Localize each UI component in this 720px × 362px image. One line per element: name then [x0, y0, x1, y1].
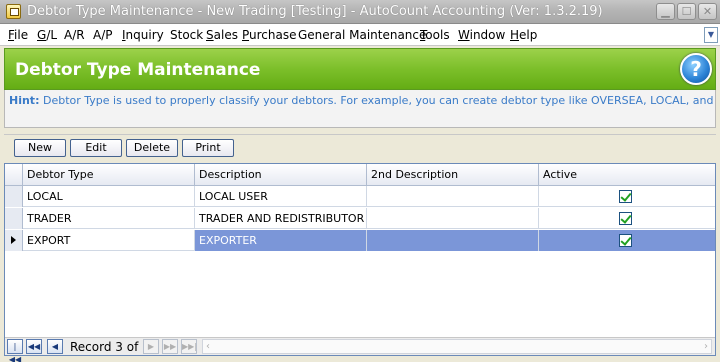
- first-record-button[interactable]: |◀◀: [7, 339, 23, 362]
- cell-2nd-description[interactable]: [367, 208, 539, 229]
- cell-description[interactable]: EXPORTER: [195, 230, 367, 251]
- prev-page-button[interactable]: ◀◀: [26, 339, 42, 354]
- window-title: Debtor Type Maintenance - New Trading [T…: [27, 4, 603, 19]
- prev-record-icon: ◀: [51, 342, 59, 351]
- grid-header: Debtor Type Description 2nd Description …: [5, 164, 715, 186]
- column-header-description[interactable]: Description: [195, 164, 367, 186]
- menu-ap[interactable]: A/P: [93, 28, 113, 42]
- menu-general-maintenance[interactable]: General Maintenance: [298, 28, 426, 42]
- table-row[interactable]: TRADER TRADER AND REDISTRIBUTOR: [5, 208, 715, 229]
- menu-bar: File G/L A/R A/P Inquiry Stock Sales Pur…: [0, 24, 720, 46]
- horizontal-scrollbar[interactable]: ‹ ›: [202, 339, 712, 354]
- prev-page-icon: ◀◀: [27, 342, 41, 351]
- edit-button[interactable]: Edit: [70, 139, 122, 157]
- active-checkbox[interactable]: [619, 190, 632, 203]
- hint-panel: Hint: Debtor Type is used to properly cl…: [4, 90, 716, 128]
- last-record-icon: ▶▶|: [182, 342, 197, 351]
- cell-debtor-type[interactable]: TRADER: [23, 208, 195, 229]
- active-checkbox[interactable]: [619, 212, 632, 225]
- close-icon: ✕: [702, 5, 713, 18]
- cell-description[interactable]: LOCAL USER: [195, 186, 367, 207]
- prev-record-button[interactable]: ◀: [47, 339, 63, 354]
- maximize-icon: ☐: [681, 5, 692, 18]
- table-row[interactable]: LOCAL LOCAL USER: [5, 186, 715, 207]
- page-header: Debtor Type Maintenance ?: [4, 48, 716, 90]
- table-row-selected[interactable]: EXPORT EXPORTER: [5, 230, 715, 251]
- next-record-button[interactable]: ▶: [143, 339, 159, 354]
- cell-active[interactable]: [539, 186, 715, 207]
- menu-inquiry[interactable]: Inquiry: [122, 28, 164, 42]
- first-record-icon: |◀◀: [8, 342, 22, 362]
- active-checkbox[interactable]: [619, 234, 632, 247]
- page-title: Debtor Type Maintenance: [15, 60, 261, 80]
- maximize-button[interactable]: ☐: [677, 3, 696, 20]
- menu-window[interactable]: Window: [458, 28, 505, 42]
- menu-file[interactable]: File: [8, 28, 28, 42]
- menu-gl[interactable]: G/L: [37, 28, 57, 42]
- row-selector[interactable]: [5, 208, 23, 229]
- next-page-button[interactable]: ▶▶: [162, 339, 178, 354]
- cell-description[interactable]: TRADER AND REDISTRIBUTOR: [195, 208, 367, 229]
- menu-stock[interactable]: Stock: [170, 28, 203, 42]
- title-bar: Debtor Type Maintenance - New Trading [T…: [0, 0, 720, 24]
- current-row-arrow-icon: [11, 236, 16, 244]
- next-page-icon: ▶▶: [163, 342, 177, 351]
- last-record-button[interactable]: ▶▶|: [181, 339, 197, 354]
- cell-2nd-description[interactable]: [367, 186, 539, 207]
- next-record-icon: ▶: [147, 342, 155, 351]
- toolbar: New Edit Delete Print: [4, 134, 716, 158]
- minimize-icon: ▁: [661, 5, 670, 18]
- header-selector: [5, 164, 23, 186]
- menu-overflow-chevron-icon[interactable]: ▼: [704, 27, 718, 43]
- row-selector[interactable]: [5, 186, 23, 207]
- delete-button[interactable]: Delete: [126, 139, 178, 157]
- new-button[interactable]: New: [14, 139, 66, 157]
- cell-active[interactable]: [539, 208, 715, 229]
- scroll-left-icon[interactable]: ‹: [206, 340, 210, 353]
- column-header-2nd-description[interactable]: 2nd Description: [367, 164, 539, 186]
- app-icon: [6, 4, 21, 19]
- cell-debtor-type[interactable]: EXPORT: [23, 230, 195, 251]
- menu-help[interactable]: Help: [510, 28, 537, 42]
- menu-tools[interactable]: Tools: [420, 28, 450, 42]
- record-navigator: |◀◀ ◀◀ ◀ Record 3 of 3 ▶ ▶▶ ▶▶| ‹ ›: [5, 337, 715, 362]
- column-header-debtor-type[interactable]: Debtor Type: [23, 164, 195, 186]
- record-counter: Record 3 of 3: [70, 340, 150, 354]
- menu-ar[interactable]: A/R: [64, 28, 85, 42]
- debtor-type-grid: Debtor Type Description 2nd Description …: [4, 163, 716, 362]
- minimize-button[interactable]: ▁: [656, 3, 675, 20]
- scroll-right-icon[interactable]: ›: [704, 340, 708, 353]
- hint-text: Debtor Type is used to properly classify…: [42, 94, 716, 107]
- cell-debtor-type[interactable]: LOCAL: [23, 186, 195, 207]
- cell-active[interactable]: [539, 230, 715, 251]
- close-button[interactable]: ✕: [698, 3, 717, 20]
- menu-purchase[interactable]: Purchase: [242, 28, 297, 42]
- row-selector[interactable]: [5, 230, 23, 251]
- print-button[interactable]: Print: [182, 139, 234, 157]
- menu-sales[interactable]: Sales: [206, 28, 238, 42]
- column-header-active[interactable]: Active: [539, 164, 715, 186]
- hint-label: Hint:: [9, 94, 40, 107]
- help-icon[interactable]: ?: [680, 53, 712, 85]
- cell-2nd-description[interactable]: [367, 230, 539, 251]
